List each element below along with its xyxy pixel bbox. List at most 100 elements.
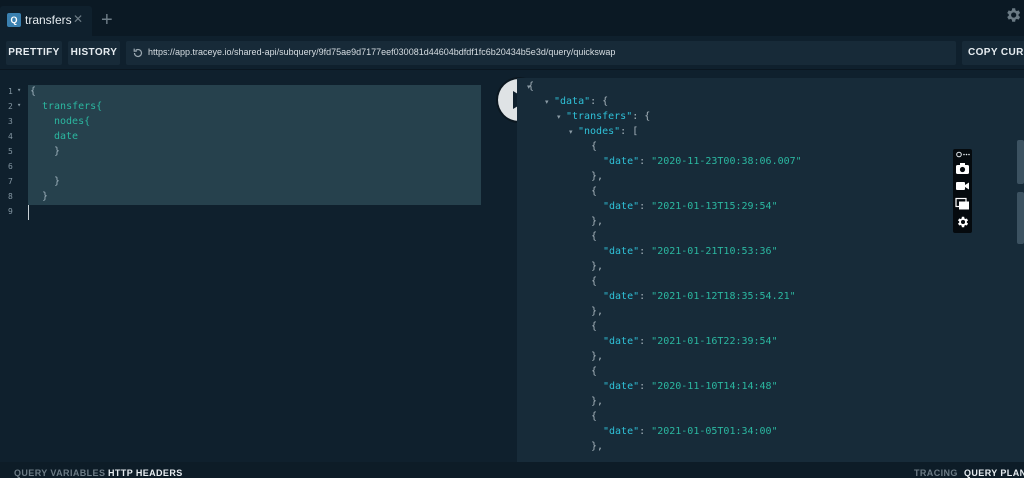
tracing-tab[interactable]: TRACING	[914, 468, 958, 478]
close-icon[interactable]: ✕	[73, 12, 83, 26]
result-punct: {	[528, 81, 535, 92]
result-line: "nodes": [	[578, 126, 638, 137]
add-tab-icon[interactable]: +	[101, 10, 113, 30]
line-number: 5	[0, 147, 28, 162]
tab-label: transfers	[25, 13, 72, 27]
fold-arrow-icon[interactable]: ▾	[17, 101, 21, 109]
result-punct: {	[591, 186, 598, 197]
line-number-text: 9	[8, 207, 13, 216]
video-camera-icon[interactable]	[955, 179, 970, 193]
result-line: {	[591, 231, 597, 242]
result-value: "2020-11-10T14:14:48"	[651, 381, 778, 392]
result-key: "date"	[603, 381, 640, 392]
result-value: "2021-01-16T22:39:54"	[651, 336, 778, 347]
result-colon: :	[639, 381, 652, 392]
settings-gear-icon[interactable]	[1004, 6, 1022, 24]
result-line: {	[591, 366, 597, 377]
line-number-text: 8	[8, 192, 13, 201]
line-number: 1 ▾	[0, 86, 28, 102]
result-punct: },	[591, 261, 604, 272]
result-line: "date": "2020-11-23T00:38:06.007"	[603, 156, 802, 167]
result-key: "date"	[603, 246, 640, 257]
history-button[interactable]: HISTORY	[68, 41, 120, 65]
result-punct: {	[591, 276, 598, 287]
prettify-button[interactable]: PRETTIFY	[6, 41, 62, 65]
result-scrollbar[interactable]	[1017, 140, 1024, 184]
result-punct: },	[591, 306, 604, 317]
copy-curl-button[interactable]: COPY CURL	[962, 41, 1024, 65]
result-punct: : {	[590, 96, 609, 107]
result-line: "date": "2021-01-21T10:53:36"	[603, 246, 778, 257]
result-viewer: ▾{▾ "data": {▾ "transfers": {▾ "nodes": [{"…	[517, 78, 1024, 462]
result-value: "2021-01-13T15:29:54"	[651, 201, 778, 212]
line-number: 9	[0, 207, 28, 222]
screenshot-window-icon[interactable]	[955, 197, 970, 211]
result-punct: : [	[620, 126, 639, 137]
result-key: "nodes"	[578, 126, 621, 137]
settings-gear-icon[interactable]	[955, 215, 970, 229]
line-number-text: 6	[8, 162, 13, 171]
fold-arrow-icon[interactable]: ▾	[569, 128, 573, 136]
result-key: "date"	[603, 201, 640, 212]
fold-arrow-icon[interactable]: ▾	[545, 98, 549, 106]
result-colon: :	[639, 156, 652, 167]
query-plan-tab[interactable]: QUERY PLAN	[964, 468, 1024, 478]
result-line: "date": "2021-01-13T15:29:54"	[603, 201, 778, 212]
line-number: 8	[0, 192, 28, 207]
footer-bar: QUERY VARIABLES HTTP HEADERS TRACING QUE…	[0, 462, 1024, 478]
result-line: {	[591, 321, 597, 332]
result-line: "transfers": {	[566, 111, 650, 122]
result-punct: {	[591, 411, 598, 422]
result-line: {	[591, 141, 597, 152]
result-key: "transfers"	[566, 111, 633, 122]
query-editor[interactable]: 1 ▾ 2 ▾ 3 4 5 6 7 8 9{transfers{nodes{date}}}	[0, 78, 517, 462]
fold-arrow-icon[interactable]: ▾	[17, 86, 21, 94]
query-variables-tab[interactable]: QUERY VARIABLES	[14, 468, 105, 478]
result-punct: },	[591, 216, 604, 227]
result-line: "date": "2021-01-12T18:35:54.21"	[603, 291, 796, 302]
result-line: },	[591, 216, 603, 227]
reload-icon[interactable]	[132, 47, 144, 59]
result-colon: :	[639, 291, 652, 302]
code-line: }	[54, 176, 61, 187]
line-number: 7	[0, 177, 28, 192]
drag-handle-icon[interactable]	[955, 150, 970, 159]
line-number-text: 5	[8, 147, 13, 156]
result-key: "date"	[603, 156, 640, 167]
result-line: {	[591, 276, 597, 287]
toolbar: PRETTIFY HISTORY https://app.traceye.io/…	[0, 36, 1024, 70]
result-punct: {	[591, 366, 598, 377]
line-number: 3	[0, 117, 28, 132]
result-line: "data": {	[554, 96, 608, 107]
result-colon: :	[639, 246, 652, 257]
code-line: }	[42, 191, 49, 202]
http-headers-tab[interactable]: HTTP HEADERS	[108, 468, 183, 478]
result-colon: :	[639, 336, 652, 347]
result-punct: },	[591, 441, 604, 452]
result-scrollbar-track[interactable]	[1017, 192, 1024, 244]
result-line: },	[591, 441, 603, 452]
result-line: },	[591, 396, 603, 407]
result-punct: {	[591, 321, 598, 332]
line-number-text: 3	[8, 117, 13, 126]
code-line: transfers{	[42, 101, 103, 112]
fold-arrow-icon[interactable]: ▾	[557, 113, 561, 121]
result-colon: :	[639, 426, 652, 437]
result-line: "date": "2021-01-05T01:34:00"	[603, 426, 778, 437]
result-line: "date": "2020-11-10T14:14:48"	[603, 381, 778, 392]
code-line: {	[30, 86, 37, 97]
result-line: },	[591, 306, 603, 317]
result-value: "2021-01-05T01:34:00"	[651, 426, 778, 437]
line-number-text: 4	[8, 132, 13, 141]
line-number: 4	[0, 132, 28, 147]
endpoint-url-field[interactable]: https://app.traceye.io/shared-api/subque…	[126, 41, 956, 65]
line-number-text: 1	[8, 87, 13, 96]
result-line: },	[591, 171, 603, 182]
tab-transfers[interactable]: Q transfers ✕	[0, 6, 92, 36]
camera-icon[interactable]	[955, 161, 970, 175]
result-punct: },	[591, 171, 604, 182]
endpoint-url: https://app.traceye.io/shared-api/subque…	[148, 47, 616, 57]
text-cursor	[28, 205, 29, 220]
result-key: "date"	[603, 291, 640, 302]
result-line: },	[591, 261, 603, 272]
